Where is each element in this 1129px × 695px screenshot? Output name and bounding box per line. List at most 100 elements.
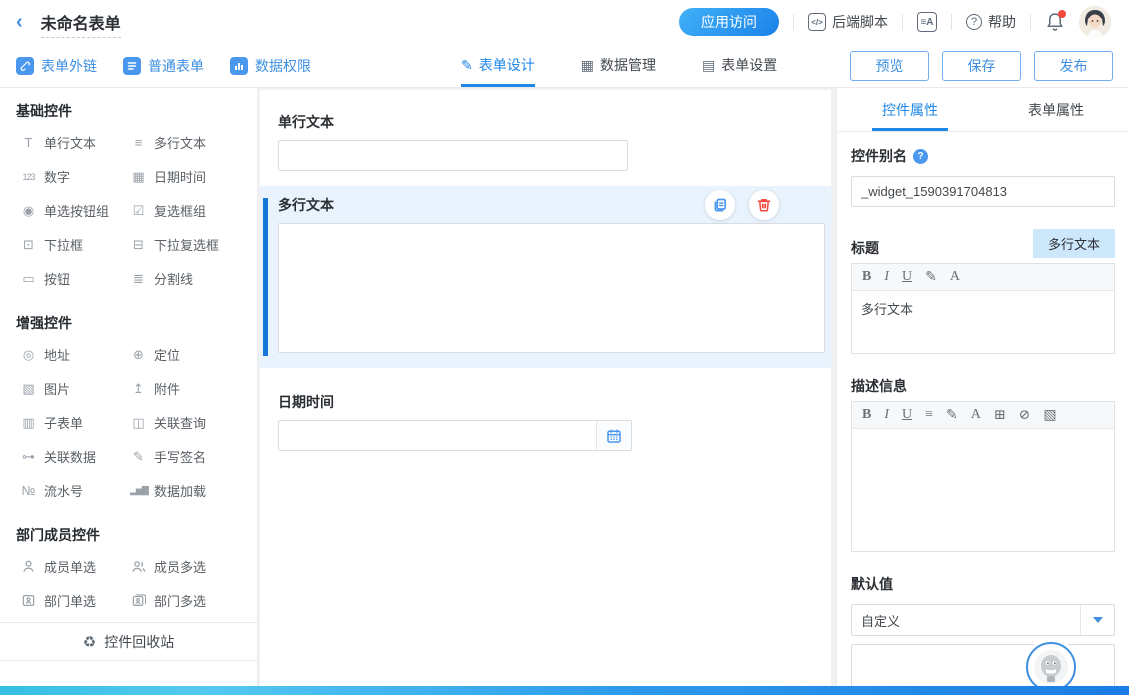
- title-editor: B I U ✎ A 多行文本: [851, 263, 1115, 354]
- widget-datetime[interactable]: ▦日期时间: [130, 167, 257, 186]
- default-value-input[interactable]: [851, 644, 1115, 686]
- toolbar-item-normal-form[interactable]: 普通表单: [123, 56, 204, 76]
- widget-radio-group[interactable]: ◉单选按钮组: [20, 201, 130, 220]
- underline-icon[interactable]: U: [902, 269, 912, 285]
- sidebar-divider: [0, 660, 257, 661]
- data-load-icon: ▂▅▇: [130, 485, 147, 496]
- widget-multi-select[interactable]: ⊟下拉复选框: [130, 235, 257, 254]
- serial-number-icon: №: [20, 483, 37, 498]
- title-editor-toolbar: B I U ✎ A: [852, 264, 1114, 291]
- bold-icon[interactable]: B: [862, 407, 871, 423]
- widget-button[interactable]: ▭按钮: [20, 269, 130, 288]
- italic-icon[interactable]: I: [884, 269, 889, 285]
- widget-dept-single[interactable]: 部门单选: [20, 591, 130, 610]
- contacts-icon[interactable]: ≡A: [917, 12, 937, 32]
- widget-subform[interactable]: ▥子表单: [20, 413, 130, 432]
- font-color-icon[interactable]: A: [971, 407, 981, 423]
- description-editor-toolbar: B I U ≡ ✎ A ⊞ ⊘ ▧: [852, 402, 1114, 429]
- widget-multi-line-text[interactable]: ≡多行文本: [130, 133, 257, 152]
- pen-icon[interactable]: ✎: [925, 269, 937, 286]
- field-label: 单行文本: [260, 108, 831, 140]
- button-icon: ▭: [20, 271, 37, 287]
- widget-location[interactable]: ⊕定位: [130, 345, 257, 364]
- copy-widget-button[interactable]: [705, 190, 735, 220]
- pen-icon[interactable]: ✎: [946, 407, 958, 424]
- widget-member-single[interactable]: 成员单选: [20, 557, 130, 576]
- toolbar-item-data-permission[interactable]: 数据权限: [230, 56, 311, 76]
- widget-member-multi[interactable]: 成员多选: [130, 557, 257, 576]
- underline-icon[interactable]: U: [902, 407, 912, 423]
- publish-button[interactable]: 发布: [1034, 51, 1113, 81]
- insert-field-icon[interactable]: ⊞: [994, 407, 1006, 424]
- widget-image[interactable]: ▧图片: [20, 379, 130, 398]
- calendar-button[interactable]: [596, 421, 631, 450]
- backend-script-button[interactable]: </> 后端脚本: [808, 12, 888, 32]
- notification-bell-icon[interactable]: [1045, 11, 1065, 33]
- toolbar-actions: 预览 保存 发布: [850, 44, 1113, 87]
- dept-multi-icon: [130, 593, 147, 608]
- widget-attachment[interactable]: ↥附件: [130, 379, 257, 398]
- dept-single-icon: [20, 593, 37, 608]
- header-actions: 应用访问 </> 后端脚本 ≡A ? 帮助: [679, 6, 1111, 38]
- datetime-input[interactable]: [279, 421, 596, 450]
- help-button[interactable]: ? 帮助: [966, 12, 1016, 32]
- widget-recycle-bin[interactable]: ♻ 控件回收站: [0, 623, 257, 660]
- bold-icon[interactable]: B: [862, 269, 871, 285]
- widget-address[interactable]: ◎地址: [20, 345, 130, 364]
- field-single-line-text[interactable]: 单行文本: [260, 108, 831, 171]
- widget-signature[interactable]: ✎手写签名: [130, 447, 257, 466]
- title-section-header: 标题 多行文本: [851, 229, 1115, 258]
- number-icon: 123: [20, 172, 37, 182]
- delete-widget-button[interactable]: [749, 190, 779, 220]
- alias-help-icon[interactable]: ?: [913, 149, 928, 164]
- save-button[interactable]: 保存: [942, 51, 1021, 81]
- description-section-label: 描述信息: [851, 376, 1115, 396]
- unlink-icon[interactable]: ⊘: [1019, 407, 1031, 424]
- tab-form-properties[interactable]: 表单属性: [983, 88, 1129, 131]
- insert-image-icon[interactable]: ▧: [1043, 407, 1056, 424]
- app-access-button[interactable]: 应用访问: [679, 8, 779, 36]
- widget-data-load[interactable]: ▂▅▇数据加载: [130, 481, 257, 500]
- tab-form-settings[interactable]: ▤ 表单设置: [702, 44, 777, 87]
- user-avatar[interactable]: [1079, 6, 1111, 38]
- title-editor-content[interactable]: 多行文本: [852, 291, 1114, 353]
- form-card: 单行文本 多行文本: [260, 90, 831, 686]
- tab-form-design[interactable]: ✎ 表单设计: [461, 44, 535, 87]
- single-line-text-input[interactable]: [278, 140, 628, 171]
- assistant-robot-icon[interactable]: [1026, 642, 1076, 686]
- multi-line-text-input[interactable]: [278, 223, 825, 353]
- widget-select[interactable]: ⊡下拉框: [20, 235, 130, 254]
- back-icon[interactable]: ‹: [16, 12, 23, 32]
- notification-dot: [1058, 10, 1066, 18]
- title-widget-chip[interactable]: 多行文本: [1033, 229, 1115, 258]
- widget-linked-data[interactable]: ⊶关联数据: [20, 447, 130, 466]
- tab-widget-properties[interactable]: 控件属性: [837, 88, 983, 131]
- preview-button[interactable]: 预览: [850, 51, 929, 81]
- question-icon: ?: [966, 14, 982, 30]
- select-caret-box: [1080, 605, 1114, 635]
- toolbar-item-external-link[interactable]: 表单外链: [16, 56, 97, 76]
- widget-dept-multi[interactable]: 部门多选: [130, 591, 257, 610]
- widget-number[interactable]: 123数字: [20, 167, 130, 186]
- align-icon[interactable]: ≡: [925, 407, 933, 423]
- trash-icon: [756, 197, 772, 213]
- form-title[interactable]: 未命名表单: [41, 16, 121, 38]
- panel-body: 控件别名 ? 标题 多行文本 B I U ✎ A 多行文本 描述信息: [837, 132, 1129, 686]
- widget-serial-number[interactable]: №流水号: [20, 481, 130, 500]
- alias-input[interactable]: [851, 176, 1115, 207]
- italic-icon[interactable]: I: [884, 407, 889, 423]
- permission-chart-icon: [230, 57, 248, 75]
- widget-divider[interactable]: ≣分割线: [130, 269, 257, 288]
- signature-icon: ✎: [130, 449, 147, 465]
- separator: [793, 14, 794, 30]
- field-multi-line-text-selected[interactable]: 多行文本: [260, 186, 831, 368]
- font-color-icon[interactable]: A: [950, 269, 960, 285]
- member-single-icon: [20, 559, 37, 574]
- widget-linked-query[interactable]: ◫关联查询: [130, 413, 257, 432]
- field-datetime[interactable]: 日期时间: [260, 388, 831, 451]
- default-value-select[interactable]: 自定义: [851, 604, 1115, 636]
- widget-single-line-text[interactable]: T单行文本: [20, 133, 130, 152]
- tab-data-manage[interactable]: ▦ 数据管理: [581, 44, 656, 87]
- widget-checkbox-group[interactable]: ☑复选框组: [130, 201, 257, 220]
- description-editor-content[interactable]: [852, 429, 1114, 551]
